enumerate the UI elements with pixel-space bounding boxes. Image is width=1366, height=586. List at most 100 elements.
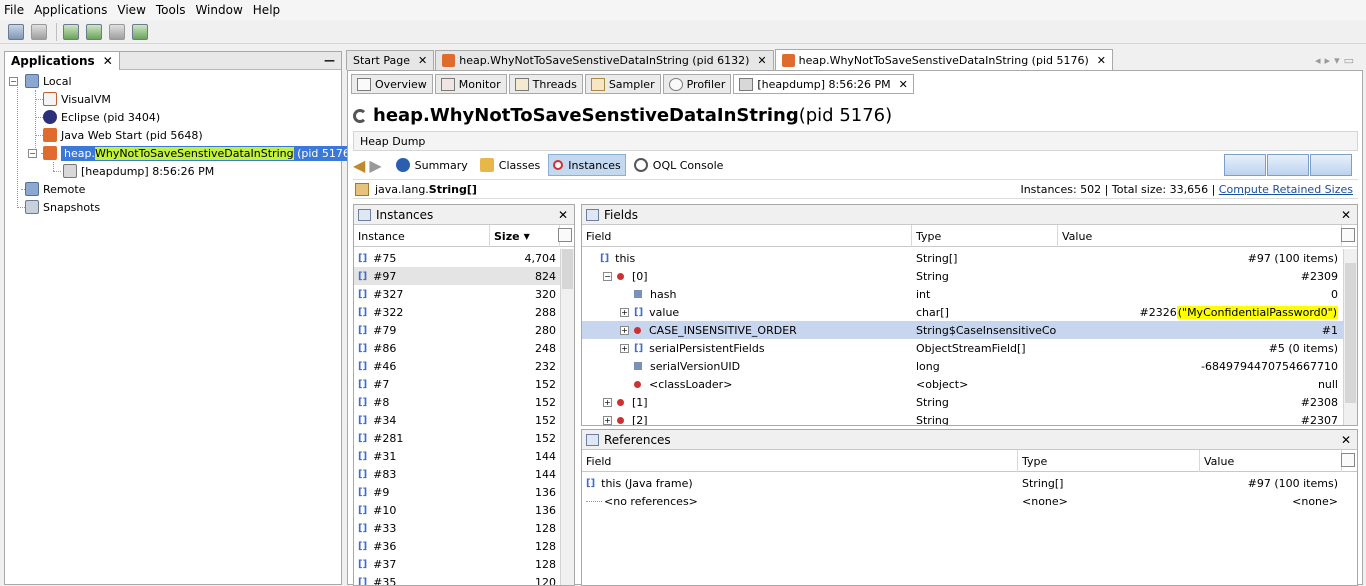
local-expander[interactable]: − (9, 77, 18, 86)
value-column[interactable]: Value (1058, 225, 1342, 247)
tree-expander-icon[interactable]: + (603, 416, 612, 425)
tree-expander-icon[interactable]: − (603, 272, 612, 281)
instance-row[interactable]: []#7152 (354, 375, 562, 393)
instance-row[interactable]: []#86248 (354, 339, 562, 357)
close-icon[interactable]: ✕ (558, 208, 568, 222)
add-snapshot-icon[interactable] (132, 24, 148, 40)
tab-monitor[interactable]: Monitor (435, 74, 507, 94)
close-icon[interactable]: ✕ (1341, 433, 1351, 447)
instance-row[interactable]: []#34152 (354, 411, 562, 429)
summary-button[interactable]: Summary (392, 154, 472, 176)
tree-local[interactable]: Local (25, 72, 72, 90)
tree-expander-icon[interactable]: + (620, 308, 629, 317)
tab-start-page[interactable]: Start Page ✕ (346, 50, 434, 70)
close-icon[interactable]: ✕ (1341, 208, 1351, 222)
minimize-icon[interactable]: — (324, 54, 335, 67)
classes-button[interactable]: Classes (476, 154, 544, 176)
scroll-left-icon[interactable]: ◂ (1315, 54, 1325, 67)
reference-row-none[interactable]: <no references><none><none> (582, 492, 1344, 510)
instance-row[interactable]: []#9136 (354, 483, 562, 501)
field-element-2-row[interactable]: +[2]String#2307 (582, 411, 1344, 425)
close-icon[interactable]: ✕ (899, 78, 908, 91)
size-column[interactable]: Size▼ (490, 225, 560, 247)
field-value-row[interactable]: +[]valuechar[]#2326 ("MyConfidentialPass… (582, 303, 1344, 321)
forward-arrow-icon[interactable]: ▶ (369, 156, 381, 175)
field-case-insensitive-order-row[interactable]: +CASE_INSENSITIVE_ORDERString$CaseInsens… (582, 321, 1344, 339)
add-vm-coredump-icon[interactable] (109, 24, 125, 40)
reference-row-this[interactable]: []this (Java frame)String[]#97 (100 item… (582, 474, 1344, 492)
instance-row[interactable]: []#281152 (354, 429, 562, 447)
show-instances-view-icon[interactable] (1224, 154, 1266, 176)
back-arrow-icon[interactable]: ◀ (353, 156, 365, 175)
instances-scrollbar[interactable] (560, 249, 574, 586)
tree-java-web-start[interactable]: Java Web Start (pid 5648) (43, 126, 203, 144)
instance-row[interactable]: []#36128 (354, 537, 562, 555)
fields-scrollbar[interactable] (1343, 249, 1357, 425)
field-this-row[interactable]: []thisString[]#97 (100 items) (582, 249, 1344, 267)
type-column[interactable]: Type (912, 225, 1058, 247)
applications-tab[interactable]: Applications ✕ (5, 52, 120, 70)
show-fields-view-icon[interactable] (1267, 154, 1309, 176)
column-config-icon[interactable] (1341, 453, 1355, 467)
save-icon[interactable] (31, 24, 47, 40)
tree-expander-icon[interactable]: + (603, 398, 612, 407)
instance-row[interactable]: []#322288 (354, 303, 562, 321)
oql-console-button[interactable]: OQL Console (630, 154, 728, 176)
instance-column[interactable]: Instance (354, 225, 490, 247)
field-element-1-row[interactable]: +[1]String#2308 (582, 393, 1344, 411)
load-snapshot-icon[interactable] (8, 24, 24, 40)
tree-remote[interactable]: Remote (25, 180, 85, 198)
tree-heap-app[interactable]: heap.WhyNotToSaveSenstiveDataInString (p… (43, 144, 357, 162)
add-remote-host-icon[interactable] (86, 24, 102, 40)
close-icon[interactable]: ✕ (103, 54, 113, 68)
heap-app-expander[interactable]: − (28, 149, 37, 158)
instance-row[interactable]: []#37128 (354, 555, 562, 573)
tab-profiler[interactable]: Profiler (663, 74, 732, 94)
instance-row[interactable]: []#31144 (354, 447, 562, 465)
field-column[interactable]: Field (582, 225, 912, 247)
add-jmx-connection-icon[interactable] (63, 24, 79, 40)
ref-type-column[interactable]: Type (1018, 450, 1200, 472)
instance-row[interactable]: []#754,704 (354, 249, 562, 267)
instance-row[interactable]: []#35120 (354, 573, 562, 586)
scroll-right-icon[interactable]: ▸ (1325, 54, 1335, 67)
instance-row[interactable]: []#79280 (354, 321, 562, 339)
scroll-thumb[interactable] (1345, 263, 1356, 403)
show-references-view-icon[interactable] (1310, 154, 1352, 176)
instance-row[interactable]: []#10136 (354, 501, 562, 519)
instances-button[interactable]: Instances (548, 154, 626, 176)
menu-view[interactable]: View (117, 3, 145, 17)
close-icon[interactable]: ✕ (757, 54, 766, 67)
field-element-0-row[interactable]: −[0]String#2309 (582, 267, 1344, 285)
tree-expander-icon[interactable]: + (620, 344, 629, 353)
tab-overview[interactable]: Overview (351, 74, 433, 94)
instance-row[interactable]: []#97824 (354, 267, 562, 285)
field-serial-persistent-fields-row[interactable]: +[]serialPersistentFieldsObjectStreamFie… (582, 339, 1344, 357)
compute-retained-sizes-link[interactable]: Compute Retained Sizes (1219, 183, 1353, 196)
instance-row[interactable]: []#327320 (354, 285, 562, 303)
tree-expander-icon[interactable]: + (620, 326, 629, 335)
tree-snapshots[interactable]: Snapshots (25, 198, 100, 216)
menu-applications[interactable]: Applications (34, 3, 107, 17)
tab-heapdump[interactable]: [heapdump] 8:56:26 PM✕ (733, 74, 913, 94)
close-icon[interactable]: ✕ (1097, 54, 1106, 67)
instance-row[interactable]: []#83144 (354, 465, 562, 483)
close-icon[interactable]: ✕ (418, 54, 427, 67)
menu-file[interactable]: File (4, 3, 24, 17)
instance-row[interactable]: []#33128 (354, 519, 562, 537)
tree-eclipse[interactable]: Eclipse (pid 3404) (43, 108, 160, 126)
field-serial-version-uid-row[interactable]: serialVersionUIDlong-6849794470754667710 (582, 357, 1344, 375)
column-config-icon[interactable] (1341, 228, 1355, 242)
tab-heap-pid-6132[interactable]: heap.WhyNotToSaveSenstiveDataInString (p… (435, 50, 773, 70)
instance-row[interactable]: []#8152 (354, 393, 562, 411)
menu-tools[interactable]: Tools (156, 3, 186, 17)
menu-window[interactable]: Window (195, 3, 242, 17)
tab-sampler[interactable]: Sampler (585, 74, 661, 94)
ref-field-column[interactable]: Field (582, 450, 1018, 472)
maximize-icon[interactable]: ▭ (1344, 54, 1358, 67)
scroll-thumb[interactable] (562, 249, 573, 289)
tree-visualvm[interactable]: VisualVM (43, 90, 111, 108)
tab-list-icon[interactable]: ▾ (1334, 54, 1344, 67)
tree-heapdump[interactable]: [heapdump] 8:56:26 PM (63, 162, 214, 180)
tab-threads[interactable]: Threads (509, 74, 583, 94)
